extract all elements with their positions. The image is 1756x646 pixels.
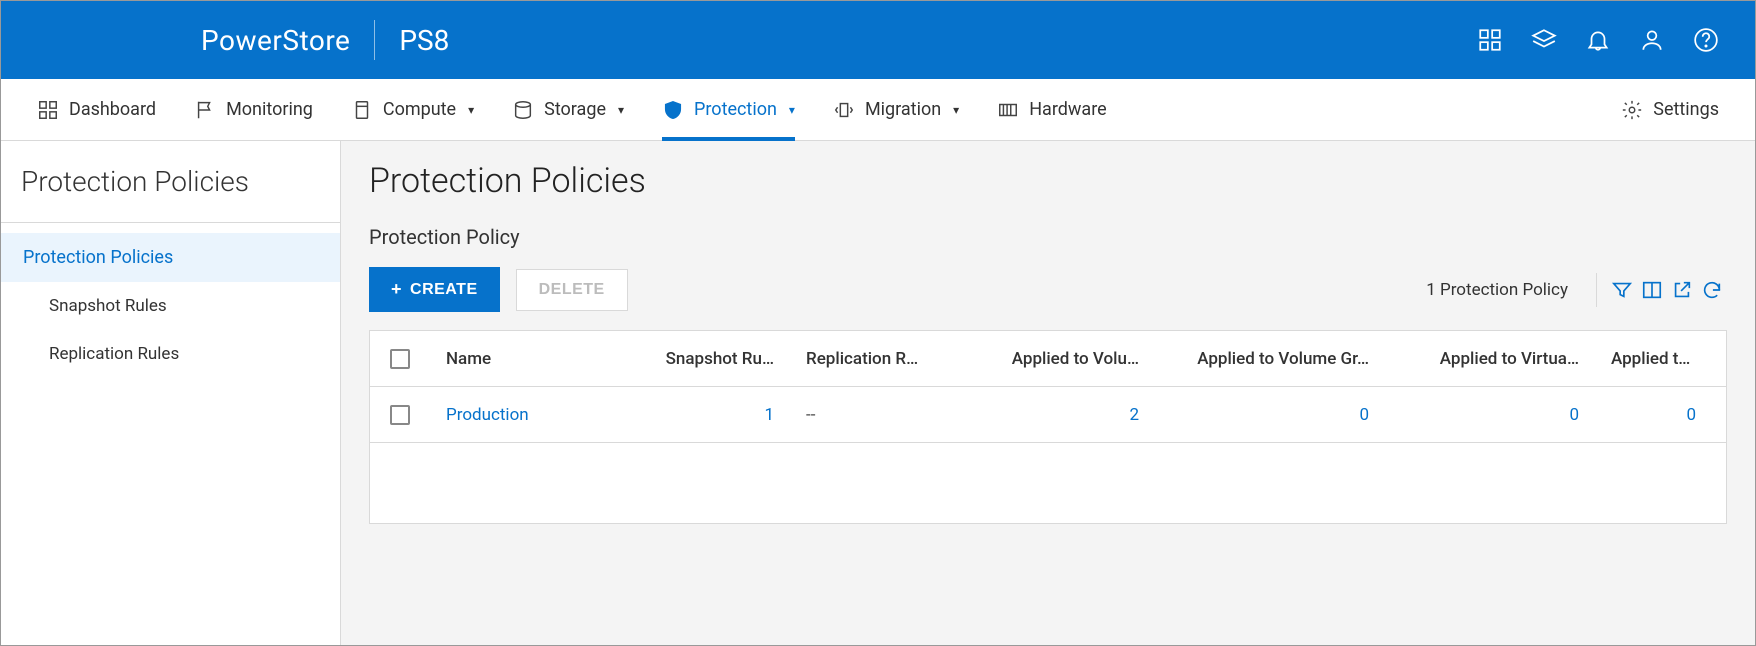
nav-settings-label: Settings <box>1653 99 1719 120</box>
nav-dashboard[interactable]: Dashboard <box>37 79 156 140</box>
snapshot-count[interactable]: 1 <box>620 405 790 425</box>
nav-monitoring[interactable]: Monitoring <box>194 79 313 140</box>
hardware-icon <box>997 99 1019 121</box>
page-subtitle: Protection Policy <box>369 225 1727 249</box>
volume-groups-count[interactable]: 0 <box>1155 405 1385 425</box>
delete-button: DELETE <box>516 269 628 311</box>
migration-icon <box>833 99 855 121</box>
nav-compute[interactable]: Compute ▾ <box>351 79 474 140</box>
nav-protection-label: Protection <box>694 99 777 120</box>
table-row: Production 1 -- 2 0 0 0 <box>370 387 1726 443</box>
refresh-button[interactable] <box>1697 275 1727 305</box>
nav-storage[interactable]: Storage ▾ <box>512 79 624 140</box>
policy-count: 1 Protection Policy <box>1426 280 1568 300</box>
gear-icon <box>1621 99 1643 121</box>
policies-table: Name Snapshot Ru… Replication R… Applied… <box>369 330 1727 524</box>
col-replication-rules[interactable]: Replication R… <box>790 349 965 369</box>
sidebar-item-protection-policies[interactable]: Protection Policies <box>1 233 340 282</box>
apps-icon[interactable] <box>1477 27 1503 53</box>
plus-icon: + <box>391 279 402 300</box>
brand-divider <box>374 20 375 60</box>
sidebar-title: Protection Policies <box>1 165 340 223</box>
layers-icon[interactable] <box>1531 27 1557 53</box>
col-applied-volume-groups[interactable]: Applied to Volume Gr… <box>1155 349 1385 369</box>
page-title: Protection Policies <box>369 161 1727 201</box>
nav-migration[interactable]: Migration ▾ <box>833 79 959 140</box>
shield-icon <box>662 99 684 121</box>
bell-icon[interactable] <box>1585 27 1611 53</box>
col-applied-virtual[interactable]: Applied to Virtua… <box>1385 349 1595 369</box>
filter-icon <box>1611 279 1633 301</box>
brand-name: PowerStore <box>201 24 350 57</box>
body: Protection Policies Protection Policies … <box>1 141 1755 645</box>
columns-icon <box>1641 279 1663 301</box>
table-footer <box>370 443 1726 523</box>
table-header-row: Name Snapshot Ru… Replication R… Applied… <box>370 331 1726 387</box>
sidebar: Protection Policies Protection Policies … <box>1 141 341 645</box>
nav-compute-label: Compute <box>383 99 456 120</box>
chevron-down-icon: ▾ <box>468 103 474 117</box>
col-name[interactable]: Name <box>430 349 620 369</box>
nav-bar: Dashboard Monitoring Compute ▾ Storage ▾… <box>1 79 1755 141</box>
nav-settings[interactable]: Settings <box>1621 79 1719 140</box>
policy-name-link[interactable]: Production <box>430 405 620 425</box>
sidebar-list: Protection Policies Snapshot Rules Repli… <box>1 223 340 378</box>
chevron-down-icon: ▾ <box>953 103 959 117</box>
create-button[interactable]: + CREATE <box>369 267 500 312</box>
nav-migration-label: Migration <box>865 99 941 120</box>
sidebar-item-replication-rules[interactable]: Replication Rules <box>1 330 340 378</box>
system-name: PS8 <box>399 24 449 57</box>
top-bar: PowerStore PS8 <box>1 1 1755 79</box>
main-content: Protection Policies Protection Policy + … <box>341 141 1755 645</box>
chevron-down-icon: ▾ <box>789 103 795 117</box>
refresh-icon <box>1701 279 1723 301</box>
compute-icon <box>351 99 373 121</box>
storage-icon <box>512 99 534 121</box>
row-checkbox[interactable] <box>370 405 430 425</box>
dashboard-icon <box>37 99 59 121</box>
volumes-count[interactable]: 2 <box>965 405 1155 425</box>
file-systems-count[interactable]: 0 <box>1595 405 1726 425</box>
export-button[interactable] <box>1667 275 1697 305</box>
virtual-count[interactable]: 0 <box>1385 405 1595 425</box>
top-icons <box>1477 27 1719 53</box>
filter-button[interactable] <box>1607 275 1637 305</box>
nav-protection[interactable]: Protection ▾ <box>662 79 795 140</box>
col-applied-file-systems[interactable]: Applied to file syste… <box>1595 349 1726 369</box>
flag-icon <box>194 99 216 121</box>
create-button-label: CREATE <box>410 281 478 299</box>
nav-dashboard-label: Dashboard <box>69 99 156 120</box>
export-icon <box>1671 279 1693 301</box>
nav-hardware[interactable]: Hardware <box>997 79 1107 140</box>
nav-monitoring-label: Monitoring <box>226 99 313 120</box>
col-applied-volumes[interactable]: Applied to Volu… <box>965 349 1155 369</box>
tool-divider <box>1596 273 1597 307</box>
help-icon[interactable] <box>1693 27 1719 53</box>
select-all-checkbox[interactable] <box>370 349 430 369</box>
col-snapshot-rules[interactable]: Snapshot Ru… <box>620 349 790 369</box>
user-icon[interactable] <box>1639 27 1665 53</box>
nav-hardware-label: Hardware <box>1029 99 1107 120</box>
sidebar-item-snapshot-rules[interactable]: Snapshot Rules <box>1 282 340 330</box>
chevron-down-icon: ▾ <box>618 103 624 117</box>
nav-storage-label: Storage <box>544 99 606 120</box>
action-row: + CREATE DELETE 1 Protection Policy <box>369 267 1727 312</box>
delete-button-label: DELETE <box>539 281 605 298</box>
columns-button[interactable] <box>1637 275 1667 305</box>
replication-count: -- <box>790 405 965 425</box>
